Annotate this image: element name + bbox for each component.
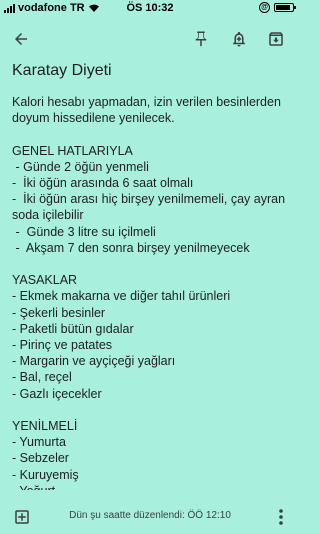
note-body[interactable]: Kalori hesabı yapmadan, izin verilen bes… xyxy=(12,94,296,490)
bottom-bar: Dün şu saatte düzenlendi: ÖÖ 12:10 xyxy=(0,500,300,534)
status-right: @ xyxy=(259,2,296,13)
reminder-bell-icon xyxy=(233,31,245,47)
note-editor[interactable]: Karatay Diyeti Kalori hesabı yapmadan, i… xyxy=(0,60,300,490)
archive-icon xyxy=(269,32,283,46)
archive-button[interactable] xyxy=(265,28,287,50)
back-button[interactable] xyxy=(10,28,32,50)
back-arrow-icon xyxy=(15,33,27,45)
status-time: ÖS 10:32 xyxy=(126,2,174,14)
status-bar: vodafone TR ÖS 10:32 @ xyxy=(0,0,300,18)
note-toolbar xyxy=(0,18,300,60)
pin-icon xyxy=(195,31,207,47)
pin-button[interactable] xyxy=(190,28,212,50)
battery-icon xyxy=(274,3,296,12)
more-vert-icon xyxy=(279,509,283,525)
more-options-button[interactable] xyxy=(276,507,286,527)
orientation-lock-icon: @ xyxy=(259,2,270,13)
battery-fill xyxy=(276,5,290,10)
note-title[interactable]: Karatay Diyeti xyxy=(12,62,112,80)
last-edited-text: Dün şu saatte düzenlendi: ÖÖ 12:10 xyxy=(69,510,231,521)
reminder-button[interactable] xyxy=(228,28,250,50)
